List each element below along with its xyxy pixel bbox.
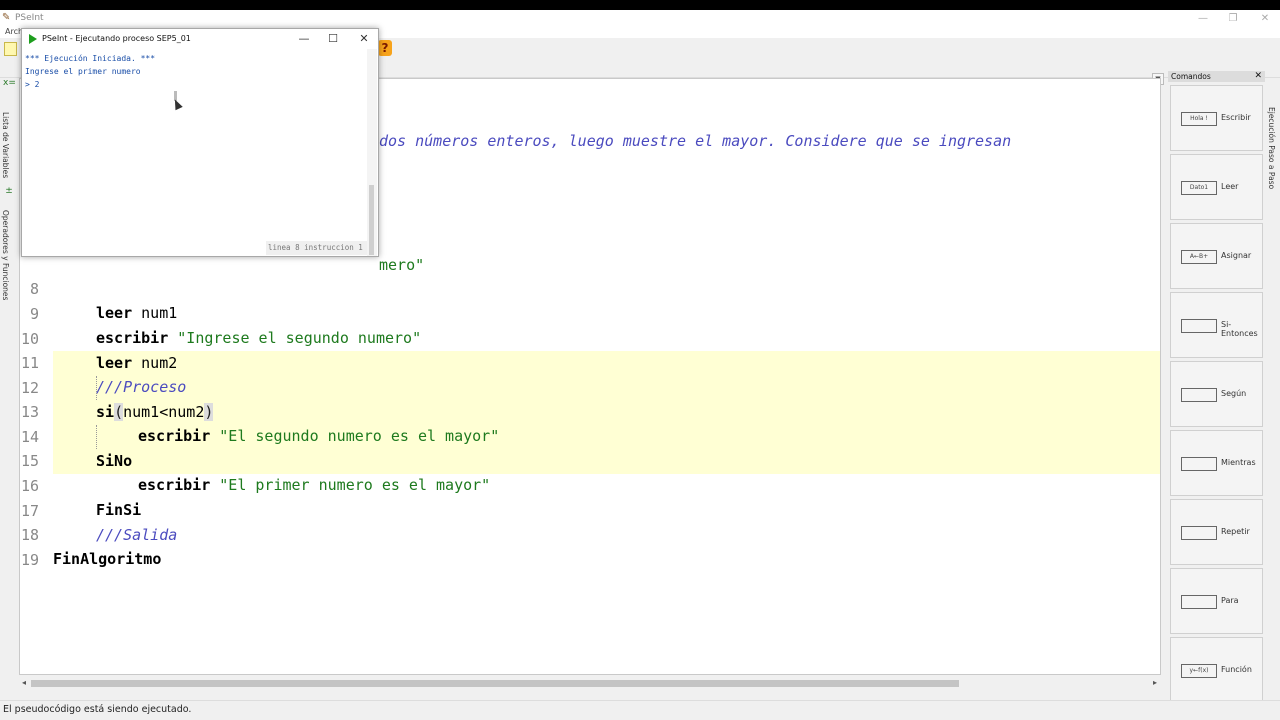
play-icon xyxy=(29,34,37,44)
commands-panel-header: Comandos ✕ xyxy=(1168,71,1265,82)
execution-status: linea 8 instruccion 1 xyxy=(266,241,367,255)
code-line: 18 FinAlgoritmo xyxy=(20,526,162,568)
code-line: 19 xyxy=(20,551,39,569)
funcion-icon: y←f(x) xyxy=(1181,664,1217,678)
code-line: 13 escribir "El segundo numero es el may… xyxy=(20,403,500,445)
commands-panel-title: Comandos xyxy=(1171,72,1211,81)
execution-title-bar: PSeInt - Ejecutando proceso SEP5_01 — ☐ … xyxy=(22,29,378,49)
scroll-right-icon[interactable]: ▸ xyxy=(1150,677,1160,689)
variables-icon: x= xyxy=(3,78,16,88)
console-input-line: > 2 xyxy=(25,80,40,89)
cmd-leer[interactable]: Dato1 Leer xyxy=(1170,154,1263,220)
exec-close-button[interactable]: ✕ xyxy=(352,31,376,47)
close-button[interactable]: ✕ xyxy=(1250,10,1280,27)
operators-icon: ± xyxy=(5,186,13,196)
si-entonces-icon xyxy=(1181,319,1217,333)
cmd-asignar[interactable]: A←B+ Asignar xyxy=(1170,223,1263,289)
segun-icon xyxy=(1181,388,1217,402)
console-scrollbar-thumb[interactable] xyxy=(369,185,374,255)
code-line: 17 ///Salida xyxy=(20,502,178,544)
cmd-segun[interactable]: Según xyxy=(1170,361,1263,427)
asignar-icon: A←B+ xyxy=(1181,250,1217,264)
cmd-repetir[interactable]: Repetir xyxy=(1170,499,1263,565)
code-line: 14 SiNo xyxy=(20,428,133,470)
left-side-tabs: x= Lista de Variables ± Operadores y Fun… xyxy=(0,78,17,698)
cmd-si-entonces[interactable]: Si-Entonces xyxy=(1170,292,1263,358)
window-title: PSeInt xyxy=(15,13,44,23)
maximize-button[interactable]: ❐ xyxy=(1218,10,1248,27)
console-vertical-scrollbar[interactable] xyxy=(367,49,377,256)
exec-maximize-button[interactable]: ☐ xyxy=(321,31,345,47)
repetir-icon xyxy=(1181,526,1217,540)
mientras-icon xyxy=(1181,457,1217,471)
leer-icon: Dato1 xyxy=(1181,181,1217,195)
escribir-icon: Hola ! xyxy=(1181,112,1217,126)
status-text: El pseudocódigo está siendo ejecutado. xyxy=(3,704,192,715)
code-line: 9 escribir "Ingrese el segundo numero" xyxy=(29,305,422,347)
scroll-left-icon[interactable]: ◂ xyxy=(19,677,29,689)
para-icon xyxy=(1181,595,1217,609)
execution-window: PSeInt - Ejecutando proceso SEP5_01 — ☐ … xyxy=(21,28,379,257)
editor-horizontal-scrollbar[interactable]: ◂ ▸ xyxy=(19,677,1161,689)
console-output[interactable]: *** Ejecución Iniciada. *** Ingrese el p… xyxy=(23,49,367,256)
cmd-para[interactable]: Para xyxy=(1170,568,1263,634)
indent-guide xyxy=(96,376,97,400)
scrollbar-thumb[interactable] xyxy=(31,680,959,687)
execution-title: PSeInt - Ejecutando proceso SEP5_01 xyxy=(42,34,191,43)
tab-variables[interactable]: Lista de Variables xyxy=(1,112,10,178)
code-line: 16 FinSi xyxy=(20,477,142,519)
code-line: 10 leer num2 xyxy=(20,330,178,372)
code-line: 11 ///Proceso xyxy=(20,354,187,396)
pseint-app-icon: ✎ xyxy=(2,12,11,23)
close-commands-icon[interactable]: ✕ xyxy=(1254,71,1262,81)
code-line: 15 escribir "El primer numero es el mayo… xyxy=(20,452,491,494)
cmd-escribir[interactable]: Hola ! Escribir xyxy=(1170,85,1263,151)
status-bar: El pseudocódigo está siendo ejecutado. xyxy=(0,700,1280,720)
indent-guide xyxy=(96,425,97,449)
title-bar: ✎ PSeInt — ❐ ✕ xyxy=(0,10,1280,27)
console-line: *** Ejecución Iniciada. *** xyxy=(25,54,156,63)
cmd-mientras[interactable]: Mientras xyxy=(1170,430,1263,496)
cmd-funcion[interactable]: y←f(x) Función xyxy=(1170,637,1263,703)
exec-minimize-button[interactable]: — xyxy=(292,31,316,47)
commands-panel: Comandos ✕ Hola ! Escribir Dato1 Leer A←… xyxy=(1168,71,1265,707)
console-line: Ingrese el primer numero xyxy=(25,67,141,76)
minimize-button[interactable]: — xyxy=(1188,10,1218,27)
tab-step-by-step[interactable]: Ejecución Paso a Paso xyxy=(1267,107,1276,189)
right-side-tabs: Ejecución Paso a Paso xyxy=(1266,71,1280,271)
help-icon[interactable]: ? xyxy=(378,40,392,56)
new-file-icon[interactable] xyxy=(4,42,17,56)
tab-operators[interactable]: Operadores y Funciones xyxy=(1,210,10,300)
code-line: 12 si(num1<num2) xyxy=(20,379,214,421)
